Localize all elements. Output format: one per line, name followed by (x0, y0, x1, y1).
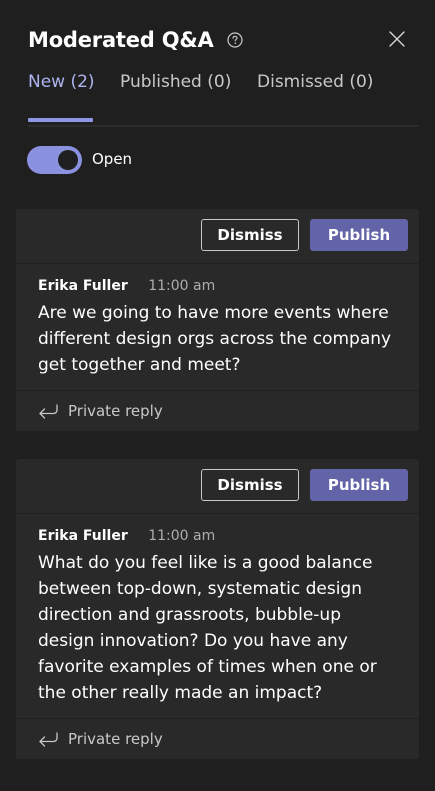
question-body: Erika Fuller 11:00 am Are we going to ha… (16, 264, 419, 391)
active-tab-indicator (28, 118, 93, 122)
reply-arrow-icon (38, 731, 58, 747)
publish-button[interactable]: Publish (310, 469, 408, 501)
open-toggle[interactable] (27, 146, 82, 174)
reply-arrow-icon (38, 403, 58, 419)
toggle-label: Open (92, 150, 133, 168)
author-name: Erika Fuller (38, 528, 128, 544)
timestamp: 11:00 am (148, 528, 216, 544)
dismiss-button[interactable]: Dismiss (201, 219, 299, 251)
tab-dismissed[interactable]: Dismissed (0) (257, 72, 373, 92)
question-body: Erika Fuller 11:00 am What do you feel l… (16, 514, 419, 719)
publish-button[interactable]: Publish (310, 219, 408, 251)
dismiss-button[interactable]: Dismiss (201, 469, 299, 501)
tab-bar: New (2) Published (0) Dismissed (0) (28, 72, 419, 127)
panel-title: Moderated Q&A (28, 28, 214, 52)
tab-published[interactable]: Published (0) (120, 72, 231, 92)
tab-new[interactable]: New (2) (28, 72, 95, 92)
author-name: Erika Fuller (38, 278, 128, 294)
question-text: What do you feel like is a good balance … (38, 553, 377, 703)
question-card: Dismiss Publish Erika Fuller 11:00 am Wh… (16, 459, 419, 759)
timestamp: 11:00 am (148, 278, 216, 294)
card-actions: Dismiss Publish (16, 459, 419, 514)
private-reply-label: Private reply (68, 730, 163, 748)
private-reply-button[interactable]: Private reply (16, 719, 419, 759)
panel-header: Moderated Q&A (28, 28, 415, 58)
close-icon[interactable] (389, 31, 405, 47)
private-reply-button[interactable]: Private reply (16, 391, 419, 431)
question-meta: Erika Fuller 11:00 am (38, 278, 397, 294)
question-meta: Erika Fuller 11:00 am (38, 528, 397, 544)
question-card: Dismiss Publish Erika Fuller 11:00 am Ar… (16, 209, 419, 431)
toggle-knob (58, 150, 78, 170)
private-reply-label: Private reply (68, 402, 163, 420)
card-actions: Dismiss Publish (16, 209, 419, 264)
help-circle-icon[interactable] (227, 32, 243, 48)
question-text: Are we going to have more events where d… (38, 303, 392, 375)
